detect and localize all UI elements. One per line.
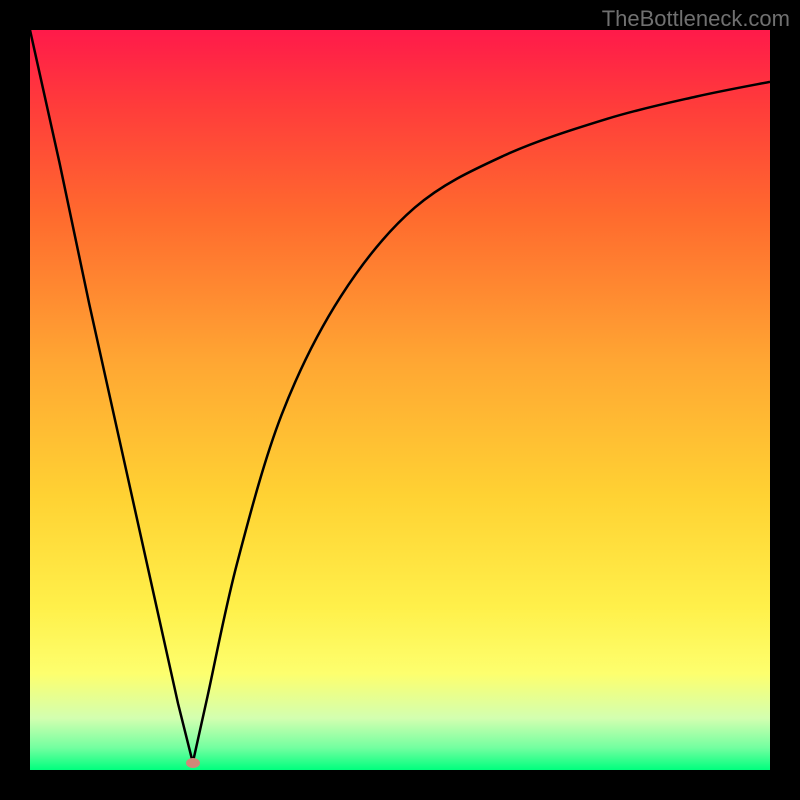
chart-container: TheBottleneck.com [0,0,800,800]
minimum-marker [186,758,200,768]
curve-path [30,30,770,763]
curve-svg [30,30,770,770]
watermark-text: TheBottleneck.com [602,6,790,32]
plot-area [30,30,770,770]
